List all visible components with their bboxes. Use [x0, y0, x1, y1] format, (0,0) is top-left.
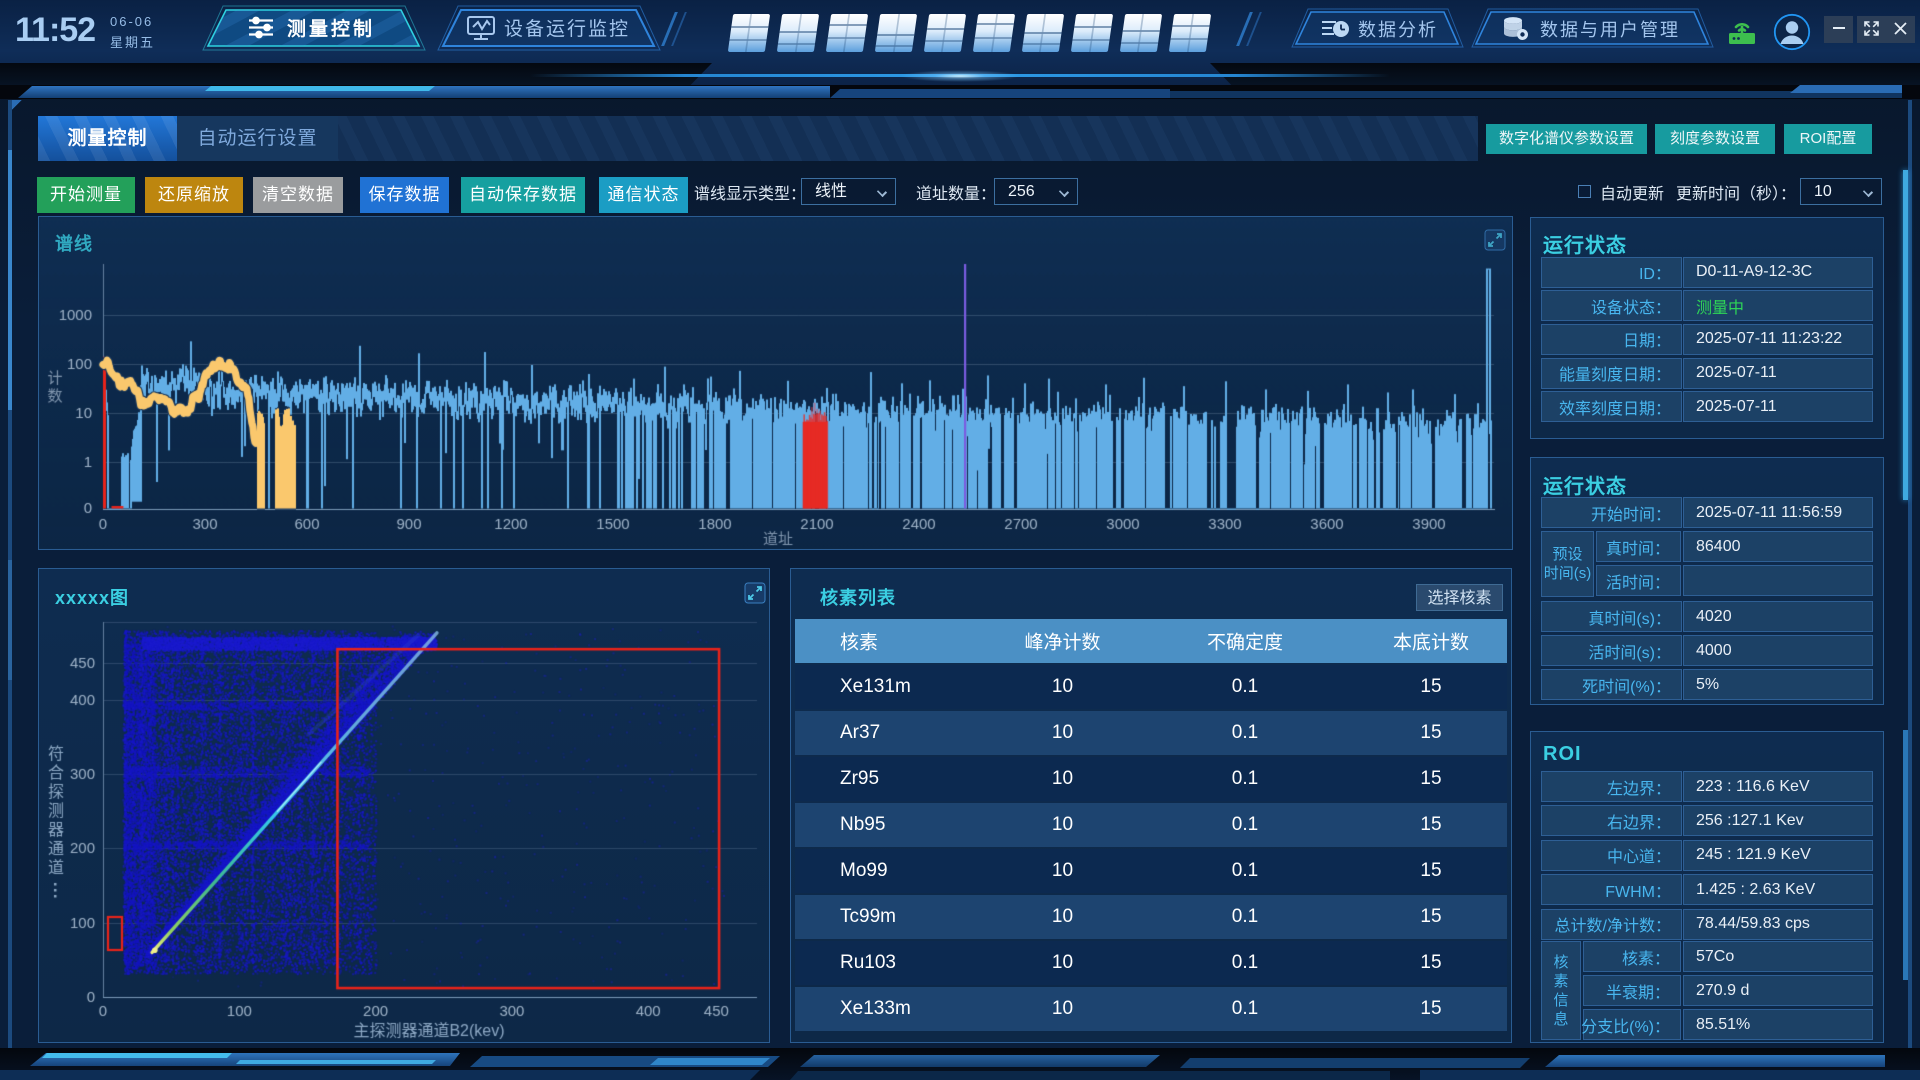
svg-text:设备运行监控: 设备运行监控 — [504, 18, 630, 40]
svg-text:测量控制: 测量控制 — [287, 17, 375, 40]
svg-text:数据与用户管理: 数据与用户管理 — [1540, 20, 1680, 40]
svg-text:数据分析: 数据分析 — [1358, 20, 1438, 40]
